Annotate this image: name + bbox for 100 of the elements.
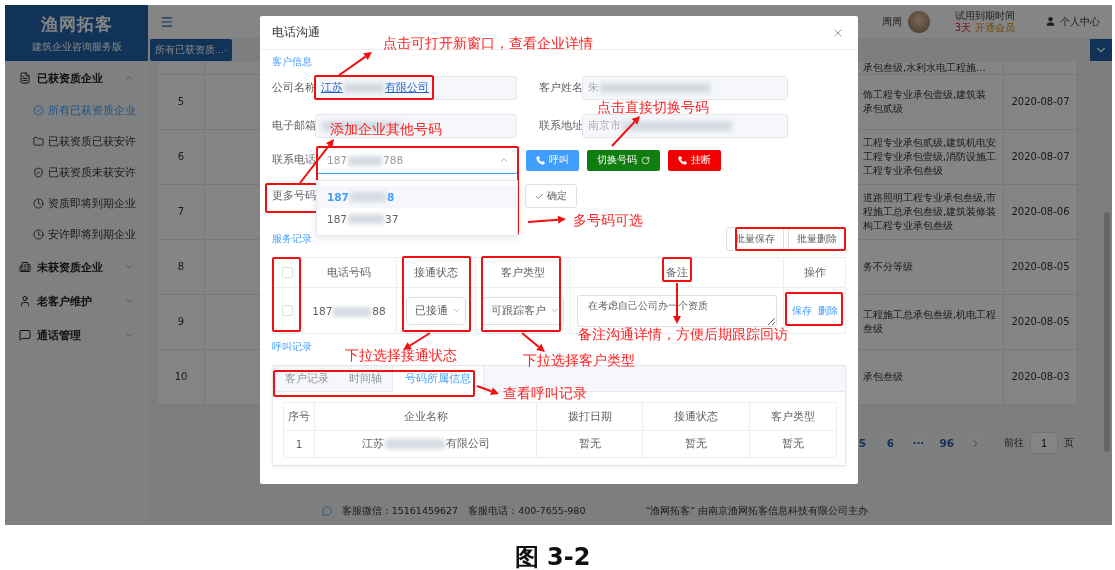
logo-text: 渔网拓客 — [40, 12, 113, 36]
chat-icon — [321, 506, 332, 516]
panel-tab[interactable]: 号码所属信息 — [392, 366, 484, 392]
footer-text: 客服微信：15161459627 — [341, 504, 459, 518]
column-header: 操作 — [803, 265, 826, 280]
column-header: 电话号码 — [327, 265, 371, 280]
phone-icon — [678, 155, 687, 165]
input-field[interactable] — [315, 114, 517, 138]
highlight-frame — [785, 292, 843, 326]
menu-group-label: 未获资质企业 — [37, 259, 103, 275]
section-title: 客户信息 — [272, 56, 313, 68]
goto-label: 前往 — [1004, 436, 1024, 450]
avatar[interactable] — [907, 10, 930, 33]
menu-group-label: 通话管理 — [37, 327, 81, 343]
table-cell: 7 — [177, 205, 185, 219]
footer-text: “渔网拓客” 由南京渔网拓客信息科技有限公司主办 — [645, 504, 869, 518]
table-cell: 187 88 — [312, 304, 386, 317]
table-cell: 2020-08-03 — [1011, 370, 1070, 384]
logo-subtitle: 建筑企业咨询服务版 — [31, 39, 122, 54]
table-cell: 工程专业承包贰级,建筑机电安 工程专业承包壹级,消防设施工 工程专业承包叁级 — [863, 136, 997, 178]
section-title: 服务记录 — [272, 233, 312, 245]
menu-group-label: 老客户维护 — [37, 293, 92, 309]
column-header: 接通状态 — [414, 265, 458, 280]
table-cell: 暂无 — [578, 437, 601, 451]
phone-icon — [536, 155, 545, 165]
footer-text: 客服电话：400-7655-980 — [468, 504, 586, 518]
annotation-arrow — [611, 116, 640, 147]
table-cell: 2020-08-07 — [1011, 95, 1070, 109]
company-link[interactable]: 江苏 有限公司 — [321, 81, 429, 95]
call-action-button[interactable]: 挂断 — [668, 149, 721, 171]
annotation-arrow — [527, 215, 566, 224]
table-cell: 1 — [295, 438, 303, 450]
annotation-text: 查看呼叫记录 — [503, 386, 587, 400]
trial-label: 试用到期时间 — [954, 9, 1015, 22]
table-cell: 工程施工总承包叁级,机电工程 叁级 — [863, 308, 997, 336]
menu-group-label: 已获资质企业 — [37, 70, 103, 86]
table-cell: 5 — [177, 95, 185, 109]
dropdown-option[interactable]: 187 8 — [317, 186, 517, 208]
section-title: 呼叫记录 — [272, 341, 312, 353]
annotation-arrow — [337, 52, 372, 77]
table-cell: 2020-08-06 — [1011, 205, 1070, 219]
table-cell: 10 — [174, 370, 188, 384]
annotation-text: 点击直接切换号码 — [597, 100, 709, 114]
user-name: 周周 — [881, 14, 902, 29]
annotation-text: 添加企业其他号码 — [330, 122, 442, 136]
trial-status: 3天 开通会员 — [954, 21, 1015, 34]
table-cell: 务不分等级 — [863, 260, 913, 274]
menu-item-icon — [33, 198, 44, 209]
column-header: 备注 — [665, 265, 688, 280]
row-action-link[interactable]: 保存 — [791, 303, 812, 318]
column-header: 接通状态 — [674, 409, 718, 424]
menu-item-icon — [33, 167, 44, 178]
menu-item-icon — [33, 229, 44, 240]
menu-group[interactable]: 未获资质企业 — [5, 250, 148, 284]
figure-caption: 图 3-2 — [513, 542, 592, 570]
table-cell: 江苏 有限公司 — [361, 437, 490, 451]
page-tab[interactable]: 所有已获资质... — [150, 39, 232, 61]
annotation-arrow — [476, 385, 499, 396]
table-cell: 2020-08-07 — [1011, 150, 1070, 164]
status-select[interactable]: 已接通 — [406, 296, 466, 325]
page-input[interactable]: 1 — [1030, 432, 1058, 454]
field-label: 联系地址 — [539, 119, 582, 133]
table-cell: 饰工程专业承包壹级,建筑装 承包贰级 — [863, 88, 987, 116]
menu-group[interactable]: 通话管理 — [5, 318, 148, 352]
check-icon — [535, 191, 544, 201]
menu-item-icon — [33, 136, 44, 147]
column-header: 客户类型 — [771, 409, 815, 424]
menu-item-icon — [33, 105, 44, 116]
dropdown-option[interactable]: 187 37 — [317, 208, 517, 230]
annotation-arrow — [521, 332, 545, 352]
annotation-text: 下拉选择接通状态 — [345, 348, 457, 362]
annotation-text: 备注沟通详情，方便后期跟踪回访 — [578, 327, 788, 341]
menu-group[interactable]: 老客户维护 — [5, 284, 148, 318]
annotation-text: 多号码可选 — [573, 213, 643, 227]
table-cell: 9 — [177, 315, 185, 329]
menu-group[interactable]: 已获资质企业 — [5, 61, 148, 95]
checkbox[interactable] — [281, 305, 293, 316]
field-label: 电子邮箱 — [272, 119, 315, 133]
table-cell: 暂无 — [685, 437, 707, 451]
field-label: 更多号码 — [272, 189, 315, 203]
column-header: 序号 — [288, 409, 310, 424]
field-label: 联系电话 — [272, 153, 316, 167]
table-cell: 承包叁级 — [863, 370, 903, 384]
panel-tab[interactable]: 时间轴 — [339, 366, 392, 392]
call-action-button[interactable]: 呼叫 — [526, 149, 579, 171]
call-action-button[interactable]: 切换号码 — [587, 149, 660, 171]
menu-item[interactable]: 资质即将到期企业 — [5, 188, 148, 219]
table-cell: 6 — [177, 150, 185, 164]
tab-menu-button[interactable] — [1090, 39, 1112, 61]
table-cell: 8 — [177, 260, 185, 274]
highlight-frame — [662, 257, 692, 282]
menu-item[interactable]: 安许即将到期企业 — [5, 219, 148, 250]
menu-item[interactable]: 已获资质已获安许 — [5, 126, 148, 157]
checkbox[interactable] — [281, 267, 293, 278]
annotation-arrow — [403, 332, 431, 350]
row-action-link[interactable]: 删除 — [817, 303, 838, 318]
column-header: 企业名称 — [403, 409, 448, 424]
menu-item[interactable]: 已获资质未获安许 — [5, 157, 148, 188]
confirm-button[interactable]: 确定 — [525, 184, 577, 208]
profile-link[interactable]: 个人中心 — [1060, 14, 1100, 29]
